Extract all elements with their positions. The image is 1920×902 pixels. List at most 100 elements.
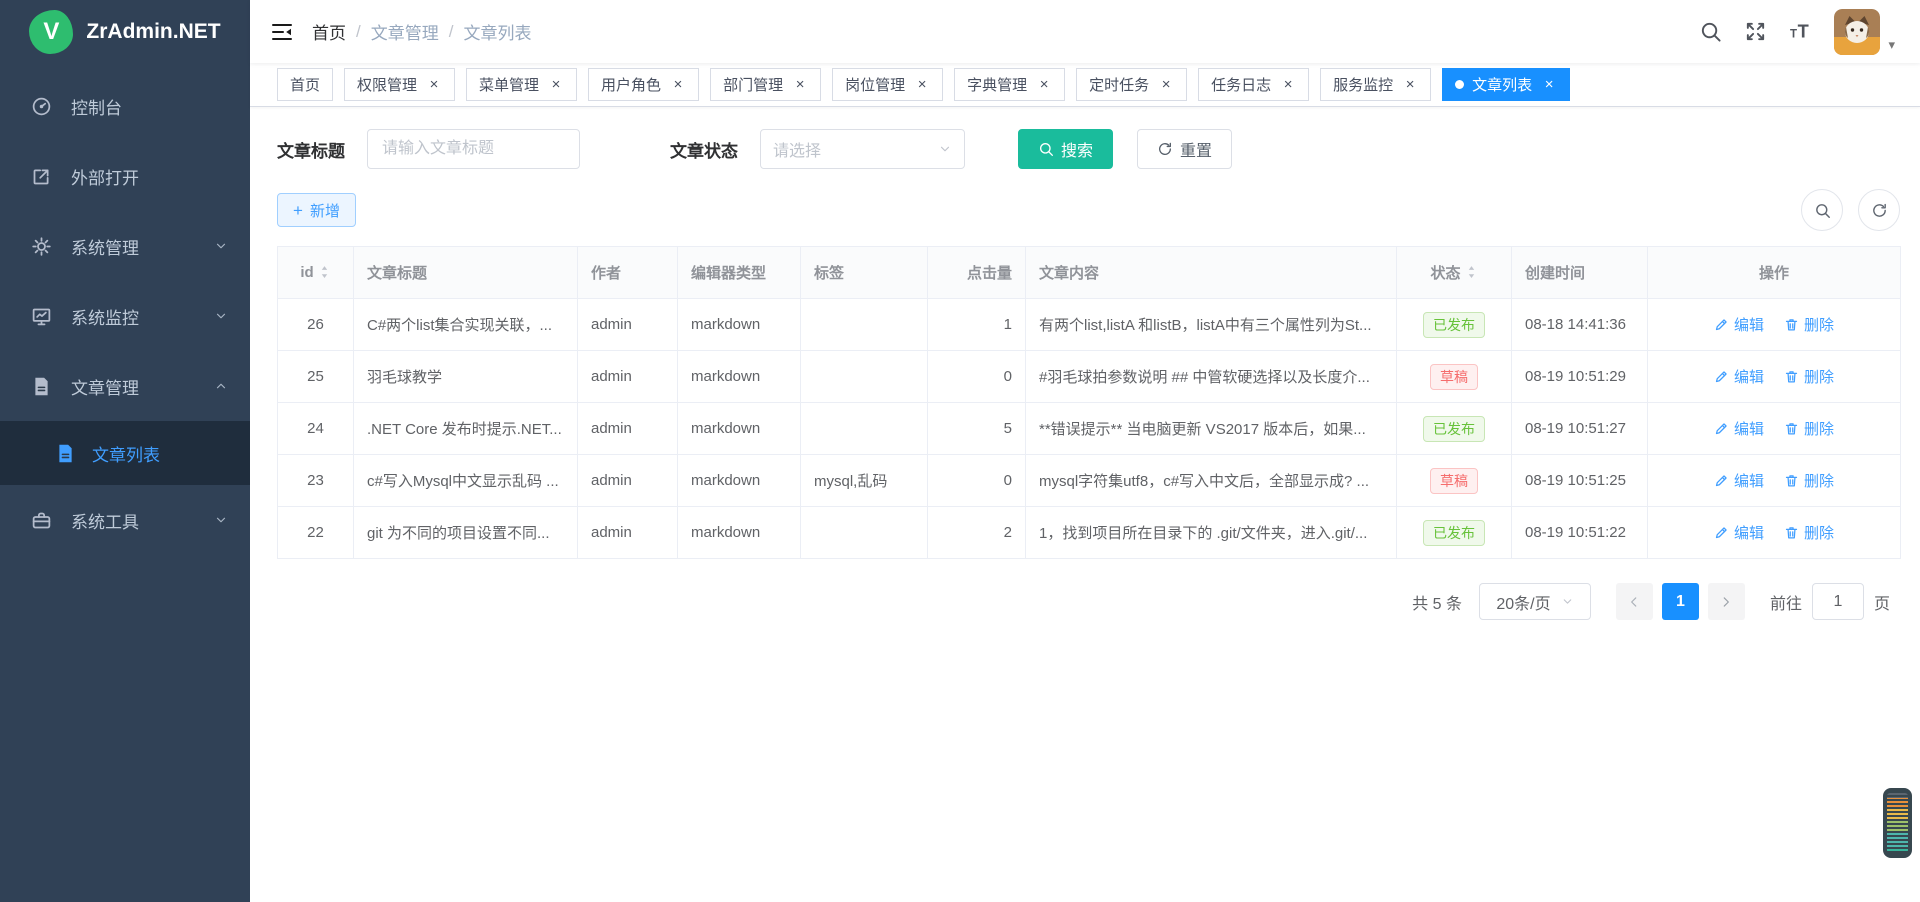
search-button[interactable]: 搜索 (1018, 129, 1113, 169)
close-icon[interactable]: × (914, 77, 930, 93)
tab-label: 定时任务 (1089, 74, 1149, 95)
sidebar-item-system-tools[interactable]: 系统工具 (0, 485, 250, 555)
avatar[interactable] (1834, 9, 1880, 55)
tags-view-bar: 首页权限管理×菜单管理×用户角色×部门管理×岗位管理×字典管理×定时任务×任务日… (250, 63, 1920, 107)
refresh-button[interactable] (1858, 189, 1900, 231)
user-menu[interactable]: ▾ (1834, 9, 1895, 55)
cell-author: admin (578, 403, 678, 455)
next-page-button[interactable] (1708, 583, 1745, 620)
chevron-down-icon (214, 239, 228, 253)
reset-button[interactable]: 重置 (1137, 129, 1232, 169)
cell-clicks: 2 (928, 507, 1026, 559)
tab-4[interactable]: 部门管理 × (710, 68, 821, 101)
search-icon[interactable] (1699, 20, 1722, 43)
tab-6[interactable]: 字典管理× (954, 68, 1065, 101)
breadcrumb: 首页/文章管理/文章列表 (312, 19, 531, 44)
close-icon[interactable]: × (1036, 77, 1052, 93)
edit-link[interactable]: 编辑 (1714, 470, 1764, 491)
fullscreen-icon[interactable] (1744, 20, 1767, 43)
font-size-icon[interactable]: TT (1789, 20, 1812, 43)
delete-link[interactable]: 删除 (1784, 314, 1834, 335)
status-badge: 已发布 (1423, 520, 1485, 546)
tab-9[interactable]: 服务监控× (1320, 68, 1431, 101)
status-filter-select[interactable]: 请选择 (760, 129, 965, 169)
page-size-select[interactable]: 20条/页 (1479, 583, 1591, 620)
delete-link[interactable]: 删除 (1784, 522, 1834, 543)
tab-5[interactable]: 岗位管理 × (832, 68, 943, 101)
delete-link[interactable]: 删除 (1784, 470, 1834, 491)
delete-link[interactable]: 删除 (1784, 418, 1834, 439)
external-link-icon (31, 166, 52, 187)
sidebar-item-external-open[interactable]: 外部打开 (0, 141, 250, 211)
tab-0[interactable]: 首页 (277, 68, 333, 101)
edit-link[interactable]: 编辑 (1714, 314, 1764, 335)
sidebar-item-article-management[interactable]: 文章管理 (0, 351, 250, 421)
chevron-down-icon (938, 142, 952, 156)
close-icon[interactable]: × (792, 77, 808, 93)
column-label: 文章内容 (1039, 262, 1099, 283)
app-root: V ZrAdmin.NET 控制台外部打开系统管理系统监控文章管理文章列表系统工… (0, 0, 1920, 902)
cell-title: .NET Core 发布时提示.NET... (354, 403, 578, 455)
edit-link[interactable]: 编辑 (1714, 366, 1764, 387)
tab-1[interactable]: 权限管理× (344, 68, 455, 101)
sidebar-item-console[interactable]: 控制台 (0, 71, 250, 141)
sidebar-item-system-management[interactable]: 系统管理 (0, 211, 250, 281)
delete-icon (1784, 525, 1799, 540)
edit-icon (1714, 317, 1729, 332)
cell-tag (801, 299, 928, 351)
column-header-id[interactable]: id (278, 247, 354, 299)
column-label: 创建时间 (1525, 262, 1585, 283)
tab-7[interactable]: 定时任务 × (1076, 68, 1187, 101)
close-icon[interactable]: × (1280, 77, 1296, 93)
status-filter-label: 文章状态 (670, 137, 738, 162)
column-header-status[interactable]: 状态 (1397, 247, 1512, 299)
cell-id: 25 (278, 351, 354, 403)
tab-label: 任务日志 (1211, 74, 1271, 95)
close-icon[interactable]: × (670, 77, 686, 93)
breadcrumb-item-0[interactable]: 首页 (312, 19, 346, 44)
top-navbar: 首页/文章管理/文章列表 TT ▾ (250, 0, 1920, 63)
color-strip-widget[interactable] (1883, 788, 1912, 858)
tab-label: 部门管理 (723, 74, 783, 95)
close-icon[interactable]: × (1402, 77, 1418, 93)
edit-link[interactable]: 编辑 (1714, 418, 1764, 439)
cell-editor: markdown (678, 299, 801, 351)
tab-2[interactable]: 菜单管理× (466, 68, 577, 101)
cell-title: 羽毛球教学 (354, 351, 578, 403)
show-search-button[interactable] (1801, 189, 1843, 231)
add-button[interactable]: + 新增 (277, 193, 356, 227)
refresh-icon (1871, 202, 1888, 219)
goto-page-input[interactable] (1812, 583, 1864, 620)
cell-content: 1，找到项目所在目录下的 .git/文件夹，进入.git/... (1026, 507, 1397, 559)
page-number-1[interactable]: 1 (1662, 583, 1699, 620)
cell-actions: 编辑删除 (1648, 507, 1901, 559)
close-icon[interactable]: × (1541, 77, 1557, 93)
prev-page-button[interactable] (1616, 583, 1653, 620)
table-tools (1801, 189, 1900, 231)
cell-editor: markdown (678, 507, 801, 559)
tab-8[interactable]: 任务日志 × (1198, 68, 1309, 101)
sidebar-item-article-list[interactable]: 文章列表 (0, 421, 250, 485)
close-icon[interactable]: × (1158, 77, 1174, 93)
app-logo[interactable]: V ZrAdmin.NET (0, 0, 250, 63)
cell-id: 26 (278, 299, 354, 351)
column-header-created: 创建时间 (1512, 247, 1648, 299)
cell-actions: 编辑删除 (1648, 299, 1901, 351)
column-label: 操作 (1759, 262, 1789, 283)
svg-text:T: T (1790, 28, 1797, 40)
close-icon[interactable]: × (426, 77, 442, 93)
delete-link[interactable]: 删除 (1784, 366, 1834, 387)
sidebar-item-system-monitor[interactable]: 系统监控 (0, 281, 250, 351)
column-header-tag: 标签 (801, 247, 928, 299)
table-header-row: id文章标题作者编辑器类型标签点击量文章内容状态创建时间操作 (278, 247, 1901, 299)
tab-label: 岗位管理 (845, 74, 905, 95)
delete-icon (1784, 369, 1799, 384)
tab-3[interactable]: 用户角色 × (588, 68, 699, 101)
tab-10[interactable]: 文章列表× (1442, 68, 1570, 101)
close-icon[interactable]: × (548, 77, 564, 93)
edit-icon (1714, 369, 1729, 384)
sidebar-collapse-icon[interactable] (270, 20, 294, 44)
tab-label: 用户角色 (601, 74, 661, 95)
edit-link[interactable]: 编辑 (1714, 522, 1764, 543)
title-filter-input[interactable] (367, 129, 580, 169)
